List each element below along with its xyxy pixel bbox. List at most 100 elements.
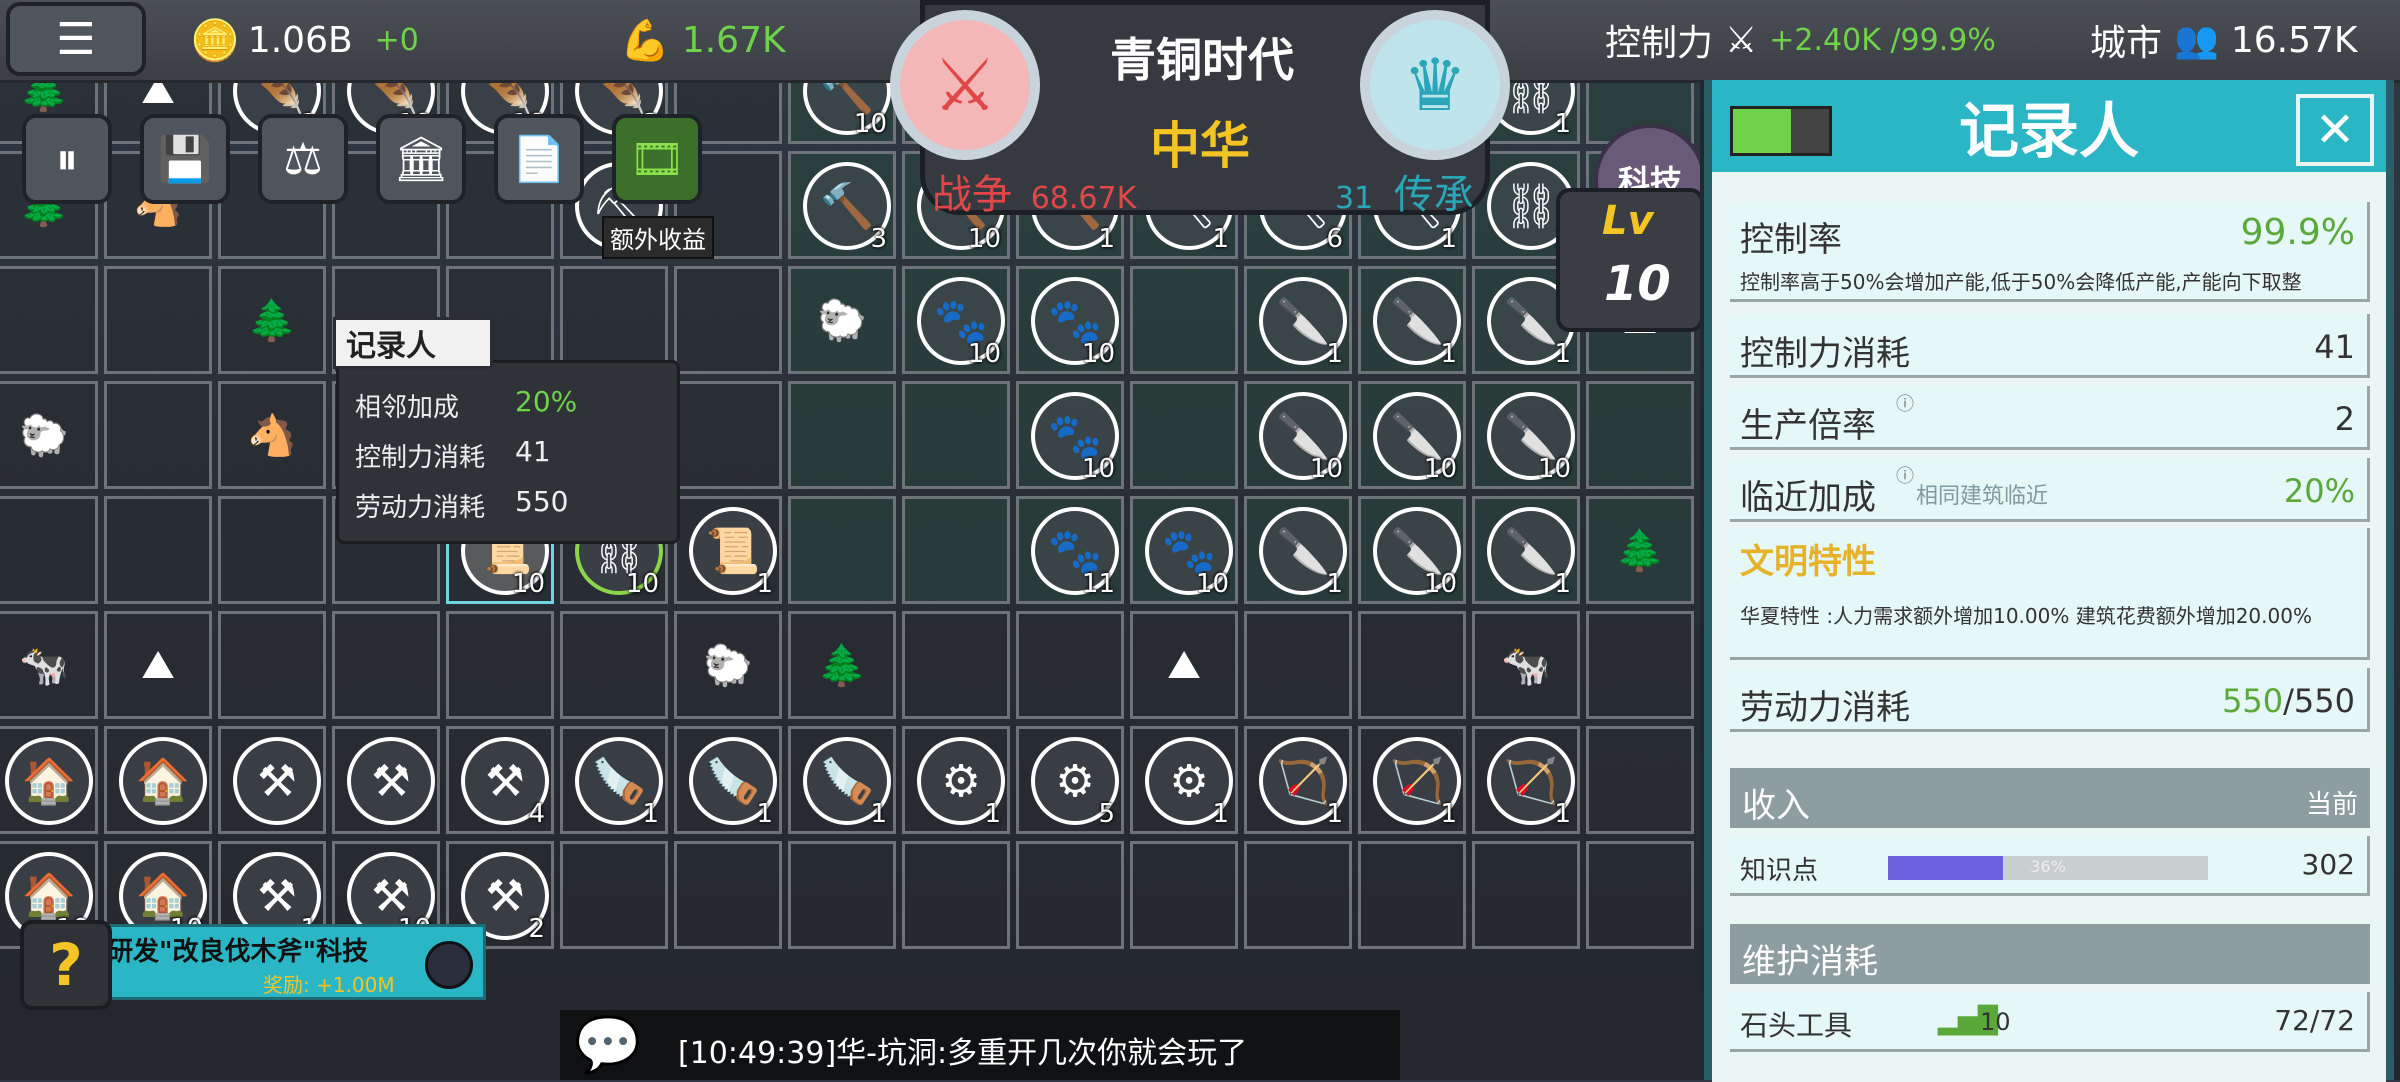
grid-cell[interactable]	[1130, 841, 1238, 949]
grid-cell[interactable]	[218, 611, 326, 719]
grid-cell[interactable]	[560, 611, 668, 719]
grid-cell[interactable]: 🔪 10	[1472, 381, 1580, 489]
grid-cell[interactable]: 🐾 10	[1130, 496, 1238, 604]
grid-cell[interactable]	[0, 496, 98, 604]
resource-marker[interactable]: ⛰	[104, 611, 212, 719]
help-icon[interactable]: ⓘ	[1896, 462, 1914, 488]
resource-marker[interactable]: 🌲	[218, 266, 326, 374]
grid-cell[interactable]: 🪚 1	[788, 726, 896, 834]
grid-cell[interactable]	[1358, 611, 1466, 719]
building-tile[interactable]: 🏠	[119, 737, 207, 825]
grid-cell[interactable]: ⚙ 5	[1016, 726, 1124, 834]
close-button[interactable]: ✕	[2296, 94, 2374, 166]
grid-cell[interactable]	[1586, 841, 1694, 949]
grid-cell[interactable]: 🔪 1	[1472, 496, 1580, 604]
grid-cell[interactable]	[1244, 611, 1352, 719]
grid-cell[interactable]	[218, 496, 326, 604]
grid-cell[interactable]: 🏹 1	[1358, 726, 1466, 834]
grid-cell[interactable]: 📜 1	[674, 496, 782, 604]
grid-cell[interactable]: 🐾 10	[1016, 381, 1124, 489]
grid-cell[interactable]: 🔪 1	[1244, 496, 1352, 604]
resource-marker[interactable]: 🐑	[674, 611, 782, 719]
level-badge[interactable]: Lv 10	[1556, 188, 1704, 332]
quest-reward: 奖励: +1.00M	[263, 973, 395, 997]
grid-cell[interactable]	[446, 611, 554, 719]
help-button[interactable]: ?	[20, 920, 112, 1010]
grid-cell[interactable]: 🐾 11	[1016, 496, 1124, 604]
save-button[interactable]: 💾	[140, 114, 230, 204]
stone-tool-count: 10	[1980, 1008, 2011, 1036]
grid-cell[interactable]	[560, 266, 668, 374]
grid-cell[interactable]	[1586, 726, 1694, 834]
grid-cell[interactable]: 🔪 1	[1358, 266, 1466, 374]
grid-cell[interactable]	[902, 841, 1010, 949]
grid-cell[interactable]	[1016, 611, 1124, 719]
grid-cell[interactable]	[104, 381, 212, 489]
grid-cell[interactable]	[560, 841, 668, 949]
grid-cell[interactable]	[1016, 841, 1124, 949]
grid-cell[interactable]: ⚒	[332, 726, 440, 834]
extra-income-button[interactable]: 🎞	[612, 114, 702, 204]
grid-cell[interactable]	[1130, 266, 1238, 374]
grid-cell[interactable]	[788, 381, 896, 489]
toggle-switch[interactable]	[1730, 106, 1832, 156]
grid-cell[interactable]	[1586, 611, 1694, 719]
resource-marker[interactable]: ⛰	[1130, 611, 1238, 719]
grid-cell[interactable]: ⚒	[218, 726, 326, 834]
grid-cell[interactable]: 🔪 10	[1358, 496, 1466, 604]
grid-cell[interactable]	[902, 496, 1010, 604]
resource-marker[interactable]: 🌲	[788, 611, 896, 719]
grid-cell[interactable]	[104, 496, 212, 604]
grid-cell[interactable]: 🪚 1	[560, 726, 668, 834]
resource-marker[interactable]: 🐄	[1472, 611, 1580, 719]
grid-cell[interactable]	[788, 841, 896, 949]
grid-cell[interactable]	[902, 381, 1010, 489]
grid-cell[interactable]: ⚙ 1	[902, 726, 1010, 834]
resource-marker[interactable]: 🐄	[0, 611, 98, 719]
quest-banner[interactable]: 研发"改良伐木斧"科技 奖励: +1.00M ?	[10, 920, 486, 1010]
grid-cell[interactable]	[1472, 841, 1580, 949]
grid-cell[interactable]	[674, 266, 782, 374]
help-icon[interactable]: ⓘ	[1896, 390, 1914, 416]
building-tile[interactable]: ⚒	[347, 737, 435, 825]
grid-cell[interactable]: ⚒ 4	[446, 726, 554, 834]
pause-button[interactable]: ⏸	[22, 114, 112, 204]
grid-cell[interactable]	[104, 266, 212, 374]
grid-cell[interactable]: 🔪 10	[1244, 381, 1352, 489]
question-icon: ?	[49, 931, 83, 999]
grid-cell[interactable]: 🏠	[104, 726, 212, 834]
grid-cell[interactable]	[1244, 841, 1352, 949]
grid-cell[interactable]	[0, 266, 98, 374]
resource-marker[interactable]: 🐑	[0, 381, 98, 489]
grid-cell[interactable]: 🏹 1	[1472, 726, 1580, 834]
resource-marker[interactable]: 🐴	[218, 381, 326, 489]
grid-cell[interactable]: 🪚 1	[674, 726, 782, 834]
grid-cell[interactable]	[1130, 381, 1238, 489]
chat-bubble-icon[interactable]: 💬	[566, 1010, 650, 1080]
record-button[interactable]: 📄	[494, 114, 584, 204]
legacy-medal[interactable]: ♛	[1360, 10, 1510, 160]
war-medal[interactable]: ⚔	[890, 10, 1040, 160]
grid-cell[interactable]	[674, 841, 782, 949]
grid-cell[interactable]: 🐾 10	[902, 266, 1010, 374]
grid-cell[interactable]	[1358, 841, 1466, 949]
grid-cell[interactable]: 🔪 1	[1244, 266, 1352, 374]
grid-cell[interactable]	[1586, 381, 1694, 489]
grid-cell[interactable]: ⚙ 1	[1130, 726, 1238, 834]
menu-button[interactable]: ☰	[6, 2, 146, 76]
grid-cell[interactable]	[332, 611, 440, 719]
grid-cell[interactable]	[788, 496, 896, 604]
chat-bar[interactable]: 💬 [10:49:39]华-坑洞:多重开几次你就会玩了	[560, 1010, 1400, 1080]
grid-cell[interactable]: 🏹 1	[1244, 726, 1352, 834]
grid-cell[interactable]	[674, 381, 782, 489]
balance-button[interactable]: ⚖	[258, 114, 348, 204]
building-tile[interactable]: 🏠	[5, 737, 93, 825]
resource-marker[interactable]: 🐑	[788, 266, 896, 374]
grid-cell[interactable]	[902, 611, 1010, 719]
grid-cell[interactable]: 🔪 10	[1358, 381, 1466, 489]
building-tile[interactable]: ⚒	[233, 737, 321, 825]
building-button[interactable]: 🏛	[376, 114, 466, 204]
resource-marker[interactable]: 🌲	[1586, 496, 1694, 604]
grid-cell[interactable]: 🏠	[0, 726, 98, 834]
grid-cell[interactable]: 🐾 10	[1016, 266, 1124, 374]
